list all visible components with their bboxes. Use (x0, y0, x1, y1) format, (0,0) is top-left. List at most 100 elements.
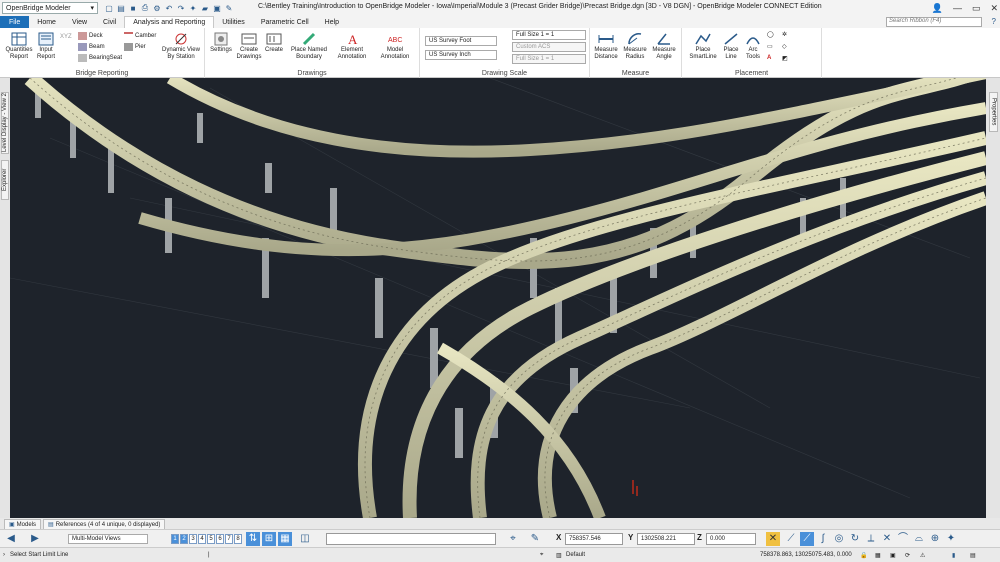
camber-button[interactable]: Camber (124, 32, 156, 40)
print-icon[interactable]: ⎙ (140, 3, 150, 13)
settings-icon[interactable]: ⚙ (152, 3, 162, 13)
help-icon[interactable]: ? (992, 17, 996, 26)
snap-settings-icon[interactable]: ✦ (944, 532, 958, 546)
snap-intersect-icon[interactable]: ✕ (880, 532, 894, 546)
tab-file[interactable]: File (0, 16, 30, 28)
create-button[interactable]: Create (263, 32, 285, 54)
y-coordinate-field[interactable]: 1302508.221 (637, 533, 695, 545)
close-icon[interactable]: ✕ (990, 3, 998, 14)
references-tab[interactable]: ▤ References (4 of 4 unique, 0 displayed… (43, 519, 166, 529)
snap-center-icon[interactable]: ◎ (832, 532, 846, 546)
undo-icon[interactable]: ↶ (164, 3, 174, 13)
snap-nearest-icon[interactable]: ⌓ (912, 532, 926, 546)
view-tool-1-icon[interactable]: ⇅ (246, 532, 260, 546)
search-ribbon-input[interactable]: Search Ribbon (F4) (886, 17, 982, 27)
properties-tab[interactable]: Properties (989, 92, 998, 132)
scale-dropdown-1[interactable]: Full Size 1 = 1 (512, 30, 586, 40)
measure-angle-button[interactable]: Measure Angle (650, 32, 678, 61)
deck-button[interactable]: Deck (78, 32, 103, 40)
tool-icon[interactable]: ✎ (528, 532, 542, 546)
snap-parallel-icon[interactable]: ⌒ (896, 532, 910, 546)
beam-button[interactable]: Beam (78, 43, 105, 51)
models-tab[interactable]: ▣ Models (4, 519, 42, 529)
place-named-boundary-button[interactable]: Place Named Boundary (287, 32, 331, 61)
new-icon[interactable]: ▢ (104, 3, 114, 13)
level-display-tab[interactable]: Level Display - View 2 (1, 92, 9, 154)
snap-origin-icon[interactable]: ⊕ (928, 532, 942, 546)
tools-icon[interactable]: ✎ (224, 3, 234, 13)
user-icon[interactable]: 👤 (932, 3, 943, 14)
pin-icon[interactable]: ✦ (188, 3, 198, 13)
place-line-button[interactable]: Place Line (720, 32, 742, 61)
tab-civil[interactable]: Civil (95, 16, 124, 28)
measure-distance-button[interactable]: Measure Distance (592, 32, 620, 61)
view-tool-4-icon[interactable]: ◫ (298, 532, 312, 546)
input-report-button[interactable]: Input Report (35, 32, 57, 61)
tab-home[interactable]: Home (29, 16, 64, 28)
bearingseat-button[interactable]: BearingSeat (78, 54, 122, 62)
element-annotation-button[interactable]: A Element Annotation (333, 32, 371, 61)
snap-tangent-icon[interactable]: ↻ (848, 532, 862, 546)
view-6-button[interactable]: 6 (216, 534, 224, 544)
view-2-button[interactable]: 2 (180, 534, 188, 544)
unit-dropdown-foot[interactable]: US Survey Foot (425, 36, 497, 46)
cancel-x-icon[interactable]: ✕ (766, 532, 780, 546)
pier-button[interactable]: Pier (124, 43, 146, 51)
xyz-button[interactable]: XYZ (60, 34, 72, 40)
viewport-3d[interactable] (10, 78, 986, 518)
view-3-button[interactable]: 3 (189, 534, 197, 544)
view-5-button[interactable]: 5 (207, 534, 215, 544)
create-drawings-button[interactable]: Create Drawings (235, 32, 263, 61)
tab-help[interactable]: Help (317, 16, 347, 28)
car-icon[interactable]: ▰ (200, 3, 210, 13)
circle-tool[interactable]: ◯ (767, 31, 774, 38)
z-coordinate-field[interactable]: 0.000 (706, 533, 756, 545)
measure-radius-button[interactable]: Measure Radius (621, 32, 649, 61)
lock-icon[interactable]: ▣ (212, 3, 222, 13)
view-group-dropdown[interactable]: Multi-Model Views (68, 534, 148, 544)
acs-dropdown[interactable]: Custom ACS (512, 42, 586, 52)
minimize-icon[interactable]: — (953, 3, 962, 13)
view-tool-2-icon[interactable]: ⊞ (262, 532, 276, 546)
active-level[interactable]: Default (566, 552, 585, 558)
place-smartline-button[interactable]: Place SmartLine (686, 32, 720, 61)
x-coordinate-field[interactable]: 758357.546 (565, 533, 623, 545)
fill-tool[interactable]: ◩ (782, 55, 788, 62)
snowflake-tool[interactable]: ✲ (782, 31, 787, 38)
view-8-button[interactable]: 8 (234, 534, 242, 544)
sync-status-icon[interactable]: ⟳ (905, 552, 910, 559)
arc-tools-button[interactable]: Arc Tools (742, 32, 764, 61)
save-status-icon[interactable]: ▮ (952, 552, 955, 559)
message-status-icon[interactable]: ▤ (970, 552, 976, 559)
snap-curve-icon[interactable]: ∫ (816, 532, 830, 546)
polygon-tool[interactable]: ▭ (767, 43, 773, 50)
tab-view[interactable]: View (64, 16, 95, 28)
tab-analysis-reporting[interactable]: Analysis and Reporting (124, 16, 215, 28)
snap-line-icon[interactable]: ⟋ (784, 532, 798, 546)
save-icon[interactable]: ■ (128, 3, 138, 13)
lock-status-icon[interactable]: 🔒 (860, 552, 867, 559)
grid-status-icon[interactable]: ▦ (875, 552, 881, 559)
workspace-dropdown[interactable]: OpenBridge Modeler ▾ (2, 2, 98, 14)
forward-icon[interactable]: ▶ (28, 532, 42, 546)
scale-dropdown-2[interactable]: Full Size 1 = 1 (512, 54, 586, 64)
view-1-button[interactable]: 1 (171, 534, 179, 544)
text-tool[interactable]: A (767, 55, 771, 61)
quantities-report-button[interactable]: Quantities Report (4, 32, 34, 61)
unit-dropdown-inch[interactable]: US Survey Inch (425, 50, 497, 60)
dynamic-view-button[interactable]: Dynamic View By Station (160, 32, 202, 61)
snap-keypoint-icon[interactable]: ⟋ (800, 532, 814, 546)
maximize-icon[interactable]: ▭ (972, 3, 981, 14)
open-icon[interactable]: ▤ (116, 3, 126, 13)
tab-utilities[interactable]: Utilities (214, 16, 253, 28)
view-4-button[interactable]: 4 (198, 534, 206, 544)
settings-button[interactable]: Settings (208, 32, 234, 54)
explorer-tab[interactable]: Explorer (1, 160, 9, 200)
back-icon[interactable]: ◀ (4, 532, 18, 546)
view-tool-3-icon[interactable]: ▦ (278, 532, 292, 546)
tab-parametric-cell[interactable]: Parametric Cell (253, 16, 317, 28)
model-annotation-button[interactable]: ABC Model Annotation (375, 32, 415, 61)
key-in-field[interactable] (326, 533, 496, 545)
snap-icon[interactable]: ⌖ (506, 532, 520, 546)
snap-perp-icon[interactable]: ⟂ (864, 532, 878, 546)
